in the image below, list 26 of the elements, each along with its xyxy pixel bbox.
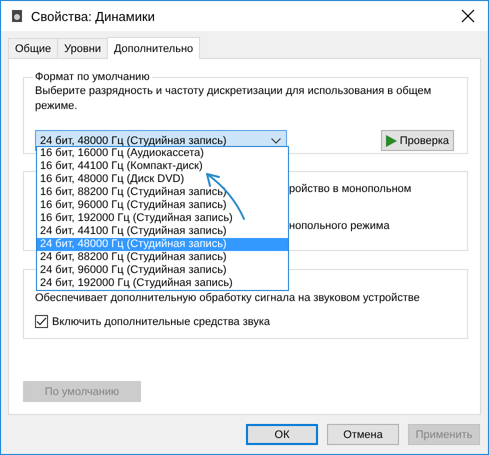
checkbox[interactable] bbox=[35, 315, 48, 328]
close-icon[interactable] bbox=[460, 8, 476, 24]
chevron-icon bbox=[271, 138, 281, 144]
window-title: Свойства: Динамики bbox=[31, 8, 156, 24]
group-title: Формат по умолчанию bbox=[34, 71, 151, 83]
dropdown-item[interactable]: 16 бит, 88200 Гц (Студийная запись) bbox=[37, 186, 288, 199]
dialog-button[interactable]: Отмена bbox=[327, 424, 399, 445]
option-text: ройство в монопольном bbox=[289, 183, 412, 195]
dropdown-item[interactable]: 24 бит, 44100 Гц (Студийная запись) bbox=[37, 225, 288, 238]
dropdown-item[interactable]: 24 бит, 88200 Гц (Студийная запись) bbox=[37, 251, 288, 264]
dropdown-item[interactable]: 16 бит, 96000 Гц (Студийная запись) bbox=[37, 199, 288, 212]
option-text: нопольного режима bbox=[289, 220, 391, 232]
checkbox-label: Включить дополнительные средства звука bbox=[52, 316, 270, 328]
test-button[interactable]: Проверка bbox=[380, 130, 454, 151]
tab[interactable]: Дополнительно bbox=[106, 37, 200, 59]
dropdown-item[interactable]: 24 бит, 96000 Гц (Студийная запись) bbox=[37, 264, 288, 277]
dropdown-item[interactable]: 24 бит, 192000 Гц (Студийная запись) bbox=[37, 277, 288, 290]
dropdown-item[interactable]: 16 бит, 48000 Гц (Диск DVD) bbox=[37, 173, 288, 186]
dropdown-item[interactable]: 16 бит, 44100 Гц (Компакт-диск) bbox=[37, 160, 288, 173]
dropdown-item[interactable]: 16 бит, 192000 Гц (Студийная запись) bbox=[37, 212, 288, 225]
description-text: Выберите разрядность и частоту дискретизации для использования в общем режиме. bbox=[35, 84, 432, 114]
tab[interactable]: Общие bbox=[8, 38, 58, 58]
description-text: Обеспечивает дополнительную обработку сигнала на звуковом устройстве bbox=[35, 291, 421, 306]
dialog-button[interactable]: ОК bbox=[246, 424, 318, 445]
play-icon bbox=[386, 134, 397, 146]
speaker-icon bbox=[11, 9, 23, 23]
